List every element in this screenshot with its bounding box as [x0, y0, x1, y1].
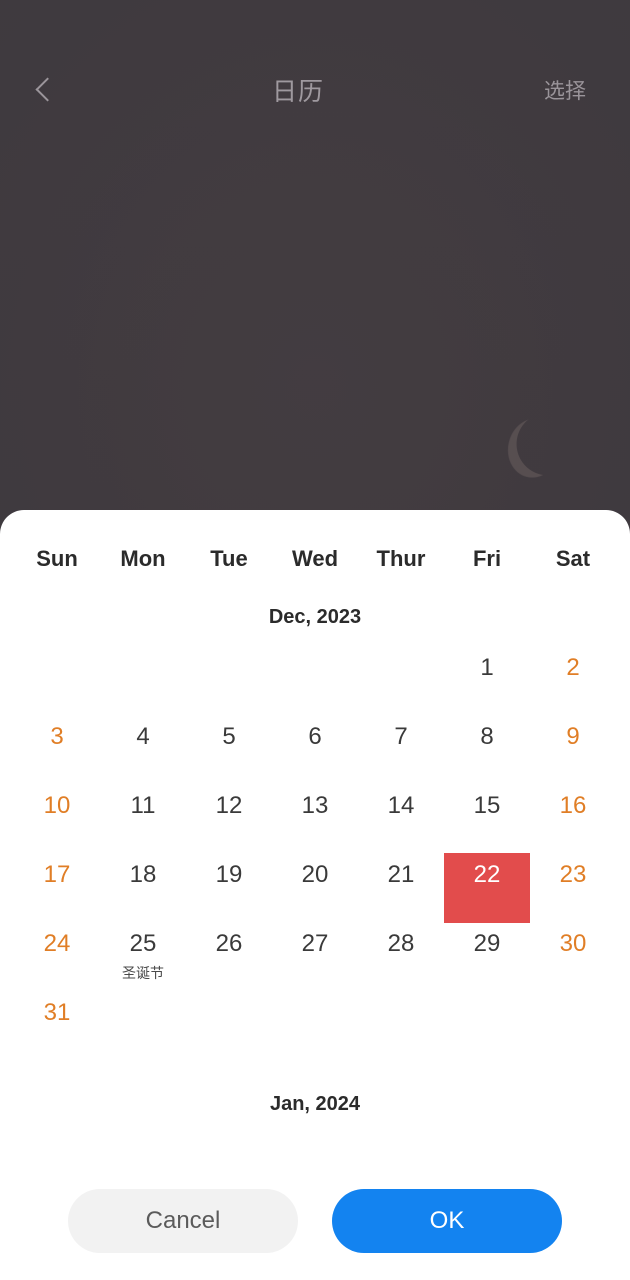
month-grid: 1 2 3 4 5 6 7 8 9 10 11 12 13 14 15 16 17 18 19 20 21 22 23 24 2…	[14, 645, 616, 1059]
weekday-label-thur: Thur	[376, 546, 426, 571]
day-cell[interactable]: 18	[100, 852, 186, 921]
day-number: 15	[473, 792, 501, 819]
day-number: 25	[129, 930, 157, 957]
day-cell-selected[interactable]: 22	[444, 852, 530, 923]
day-cell[interactable]: 3	[14, 714, 100, 783]
festival-label: 圣诞节	[122, 965, 164, 981]
empty-cell	[14, 645, 100, 714]
day-number: 6	[308, 723, 322, 750]
day-cell[interactable]: 20	[272, 852, 358, 921]
month-title: Jan, 2024	[269, 1093, 361, 1115]
day-cell[interactable]: 29	[444, 921, 530, 990]
day-cell[interactable]: 23	[530, 852, 616, 921]
day-number: 23	[559, 861, 587, 888]
day-cell[interactable]: 12	[186, 783, 272, 852]
day-cell[interactable]: 9	[530, 714, 616, 783]
back-button[interactable]	[0, 58, 86, 122]
weekday-label-fri: Fri	[472, 546, 502, 571]
month-grid	[14, 1132, 616, 1162]
weekday-label-sun: Sun	[36, 546, 78, 571]
day-number: 16	[559, 792, 587, 819]
day-cell[interactable]: 7	[358, 714, 444, 783]
day-cell[interactable]: 4	[100, 714, 186, 783]
day-cell[interactable]: 1	[444, 645, 530, 714]
empty-cell	[14, 1132, 100, 1162]
empty-cell	[272, 645, 358, 714]
day-number: 10	[43, 792, 71, 819]
day-number: 1	[480, 654, 494, 681]
day-cell[interactable]: 21	[358, 852, 444, 921]
day-number: 13	[301, 792, 329, 819]
day-cell[interactable]: 2	[530, 645, 616, 714]
dialog-footer: Cancel OK	[0, 1162, 630, 1280]
day-number: 11	[130, 792, 156, 819]
empty-cell	[358, 645, 444, 714]
select-action-button[interactable]: 选择	[510, 75, 630, 105]
day-cell[interactable]: 11	[100, 783, 186, 852]
empty-cell	[186, 645, 272, 714]
page-title: 日历	[271, 78, 324, 106]
day-number: 2	[566, 654, 580, 681]
day-number: 12	[215, 792, 243, 819]
day-number: 3	[50, 723, 64, 750]
day-cell[interactable]: 25 圣诞节	[100, 921, 186, 990]
weekday-label-wed: Wed	[291, 546, 339, 571]
weekday-label-sat: Sat	[555, 546, 591, 571]
day-number: 8	[480, 723, 494, 750]
ok-button[interactable]: OK	[332, 1189, 562, 1253]
day-number: 20	[301, 861, 329, 888]
day-cell[interactable]: 10	[14, 783, 100, 852]
day-cell[interactable]: 17	[14, 852, 100, 921]
weekday-label-tue: Tue	[210, 546, 248, 571]
day-number: 5	[222, 723, 236, 750]
weekday-label-mon: Mon	[120, 546, 166, 571]
day-cell[interactable]: 8	[444, 714, 530, 783]
day-number: 19	[215, 861, 243, 888]
chevron-left-icon	[35, 75, 52, 105]
day-cell[interactable]: 16	[530, 783, 616, 852]
weekday-header-row: Sun Mon Tue Wed Thur Fri Sat	[0, 510, 630, 572]
phone-screen: 日历 选择 Sun Mon Tue Wed Thur Fri Sat Dec, 2023 1 2…	[0, 0, 630, 1280]
day-cell[interactable]: 13	[272, 783, 358, 852]
day-number: 29	[473, 930, 501, 957]
day-cell[interactable]: 27	[272, 921, 358, 990]
day-number: 4	[136, 723, 150, 750]
day-number: 28	[387, 930, 415, 957]
day-number: 22	[473, 861, 501, 888]
date-picker-sheet: Sun Mon Tue Wed Thur Fri Sat Dec, 2023 1 2 3 4 5 6 7 8…	[0, 510, 630, 1280]
day-number: 21	[387, 861, 415, 888]
day-cell[interactable]: 5	[186, 714, 272, 783]
cancel-button[interactable]: Cancel	[68, 1189, 298, 1253]
day-cell[interactable]: 6	[272, 714, 358, 783]
navigation-bar: 日历 选择	[0, 58, 630, 122]
day-cell[interactable]: 15	[444, 783, 530, 852]
day-cell[interactable]: 14	[358, 783, 444, 852]
day-number: 27	[301, 930, 329, 957]
empty-cell	[100, 645, 186, 714]
day-number: 30	[559, 930, 587, 957]
day-number: 9	[566, 723, 580, 750]
calendar-scroll-area[interactable]: Dec, 2023 1 2 3 4 5 6 7 8 9 10 11 12 13 14 15 16 17 18 19 20…	[0, 572, 630, 1162]
day-number: 31	[43, 999, 71, 1026]
day-cell[interactable]: 31	[14, 990, 100, 1059]
day-cell[interactable]: 19	[186, 852, 272, 921]
day-cell[interactable]: 26	[186, 921, 272, 990]
day-number: 17	[43, 861, 71, 888]
day-number: 24	[43, 930, 71, 957]
day-cell[interactable]: 24	[14, 921, 100, 990]
day-number: 18	[129, 861, 157, 888]
day-cell[interactable]: 28	[358, 921, 444, 990]
month-title: Dec, 2023	[268, 606, 362, 628]
day-number: 26	[215, 930, 243, 957]
day-number: 7	[394, 723, 408, 750]
day-cell[interactable]: 30	[530, 921, 616, 990]
day-number: 14	[387, 792, 415, 819]
